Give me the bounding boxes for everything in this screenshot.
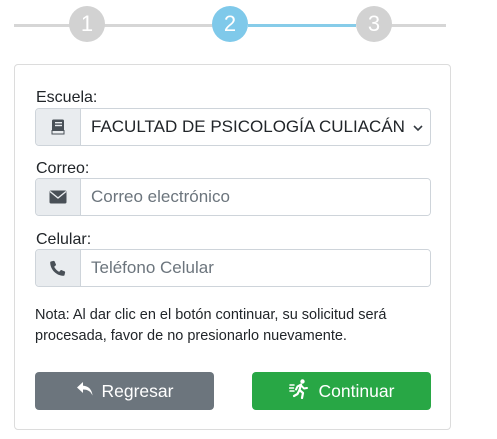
phone-icon — [50, 260, 66, 276]
stepper-line — [14, 24, 70, 27]
school-addon — [36, 109, 81, 145]
envelope-icon — [49, 190, 67, 204]
continue-button[interactable]: Continuar — [252, 372, 431, 410]
stepper-line-active — [248, 24, 356, 27]
school-select[interactable]: FACULTAD DE PSICOLOGÍA CULIACÁN — [81, 109, 430, 145]
step-1: 1 — [69, 6, 105, 42]
undo-arrow-icon — [76, 381, 94, 402]
back-button-label: Regresar — [101, 380, 174, 401]
notice-text: Nota: Al dar clic en el botón continuar,… — [35, 307, 387, 344]
school-selected-value: FACULTAD DE PSICOLOGÍA CULIACÁN — [91, 117, 405, 136]
school-select-group[interactable]: FACULTAD DE PSICOLOGÍA CULIACÁN — [35, 108, 431, 146]
email-field[interactable] — [81, 179, 430, 215]
phone-field[interactable] — [81, 250, 430, 286]
email-group — [35, 178, 431, 216]
step-2-active: 2 — [212, 6, 248, 42]
phone-addon — [36, 250, 81, 286]
phone-group — [35, 249, 431, 287]
book-icon — [51, 119, 65, 135]
back-button[interactable]: Regresar — [35, 372, 214, 410]
stepper-line — [390, 24, 446, 27]
running-person-icon — [288, 378, 311, 404]
email-addon — [36, 179, 81, 215]
phone-label: Celular: — [36, 231, 92, 248]
progress-stepper: 1 2 3 — [0, 0, 497, 48]
continue-button-label: Continuar — [318, 380, 395, 401]
school-label: Escuela: — [36, 89, 98, 106]
step-3: 3 — [356, 6, 392, 42]
chevron-down-icon — [412, 121, 424, 139]
email-label: Correo: — [36, 160, 90, 177]
stepper-line — [104, 24, 214, 27]
